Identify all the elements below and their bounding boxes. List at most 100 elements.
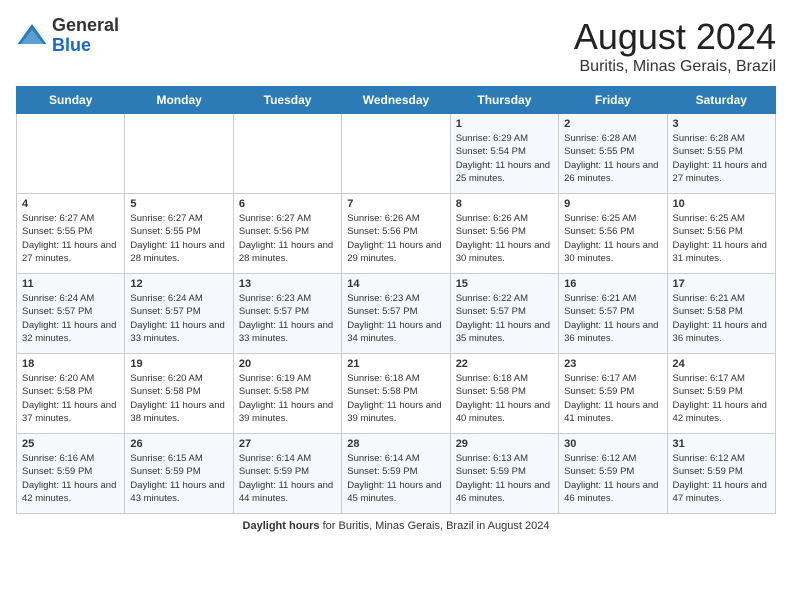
day-number: 14	[347, 278, 444, 290]
day-info: Sunrise: 6:14 AM Sunset: 5:59 PM Dayligh…	[239, 452, 336, 505]
day-of-week-header: Friday	[559, 87, 667, 114]
day-info: Sunrise: 6:23 AM Sunset: 5:57 PM Dayligh…	[347, 292, 444, 345]
day-number: 26	[130, 438, 227, 450]
logo-icon	[16, 20, 48, 52]
day-of-week-header: Thursday	[450, 87, 558, 114]
calendar-cell	[17, 114, 125, 194]
day-number: 18	[22, 358, 119, 370]
calendar-cell: 28 Sunrise: 6:14 AM Sunset: 5:59 PM Dayli…	[342, 434, 450, 514]
day-number: 8	[456, 198, 553, 210]
day-number: 29	[456, 438, 553, 450]
calendar-cell: 15Sunrise: 6:22 AM Sunset: 5:57 PM Dayli…	[450, 274, 558, 354]
calendar-week-row: 1 Sunrise: 6:29 AM Sunset: 5:54 PM Daylig…	[17, 114, 776, 194]
page-header: General Blue August 2024 Buritis, Minas …	[16, 16, 776, 76]
calendar-cell: 16 Sunrise: 6:21 AM Sunset: 5:57 PM Dayli…	[559, 274, 667, 354]
calendar-cell: 9Sunrise: 6:25 AM Sunset: 5:56 PM Daylig…	[559, 194, 667, 274]
calendar-cell: 5Sunrise: 6:27 AM Sunset: 5:55 PM Daylig…	[125, 194, 233, 274]
calendar-cell: 27 Sunrise: 6:14 AM Sunset: 5:59 PM Dayli…	[233, 434, 341, 514]
day-info: Sunrise: 6:25 AM Sunset: 5:56 PM Dayligh…	[564, 212, 661, 265]
calendar-week-row: 4 Sunrise: 6:27 AM Sunset: 5:55 PM Daylig…	[17, 194, 776, 274]
calendar-cell: 6Sunrise: 6:27 AM Sunset: 5:56 PM Daylig…	[233, 194, 341, 274]
calendar-footer: Daylight hours for Buritis, Minas Gerais…	[16, 520, 776, 532]
day-info: Sunrise: 6:28 AM Sunset: 5:55 PM Dayligh…	[564, 132, 661, 185]
day-number: 19	[130, 358, 227, 370]
day-info: Sunrise: 6:15 AM Sunset: 5:59 PM Dayligh…	[130, 452, 227, 505]
day-info: Sunrise: 6:12 AM Sunset: 5:59 PM Dayligh…	[673, 452, 770, 505]
page-subtitle: Buritis, Minas Gerais, Brazil	[574, 58, 776, 76]
calendar-table: SundayMondayTuesdayWednesdayThursdayFrid…	[16, 86, 776, 514]
logo-text: General Blue	[52, 16, 119, 56]
calendar-cell: 26 Sunrise: 6:15 AM Sunset: 5:59 PM Dayli…	[125, 434, 233, 514]
day-number: 16	[564, 278, 661, 290]
calendar-cell: 22Sunrise: 6:18 AM Sunset: 5:58 PM Dayli…	[450, 354, 558, 434]
calendar-cell: 25 Sunrise: 6:16 AM Sunset: 5:59 PM Dayli…	[17, 434, 125, 514]
day-number: 2	[564, 118, 661, 130]
day-info: Sunrise: 6:22 AM Sunset: 5:57 PM Dayligh…	[456, 292, 553, 345]
day-number: 31	[673, 438, 770, 450]
calendar-cell: 23Sunrise: 6:17 AM Sunset: 5:59 PM Dayli…	[559, 354, 667, 434]
day-number: 21	[347, 358, 444, 370]
calendar-week-row: 18 Sunrise: 6:20 AM Sunset: 5:58 PM Dayli…	[17, 354, 776, 434]
day-info: Sunrise: 6:20 AM Sunset: 5:58 PM Dayligh…	[130, 372, 227, 425]
day-number: 3	[673, 118, 770, 130]
day-info: Sunrise: 6:20 AM Sunset: 5:58 PM Dayligh…	[22, 372, 119, 425]
day-info: Sunrise: 6:26 AM Sunset: 5:56 PM Dayligh…	[456, 212, 553, 265]
calendar-cell: 19 Sunrise: 6:20 AM Sunset: 5:58 PM Dayli…	[125, 354, 233, 434]
footer-label: Daylight hours	[243, 520, 320, 532]
day-number: 17	[673, 278, 770, 290]
calendar-cell: 20 Sunrise: 6:19 AM Sunset: 5:58 PM Dayli…	[233, 354, 341, 434]
calendar-week-row: 25 Sunrise: 6:16 AM Sunset: 5:59 PM Dayli…	[17, 434, 776, 514]
calendar-cell: 4 Sunrise: 6:27 AM Sunset: 5:55 PM Daylig…	[17, 194, 125, 274]
day-info: Sunrise: 6:23 AM Sunset: 5:57 PM Dayligh…	[239, 292, 336, 345]
day-info: Sunrise: 6:25 AM Sunset: 5:56 PM Dayligh…	[673, 212, 770, 265]
day-number: 27	[239, 438, 336, 450]
day-info: Sunrise: 6:27 AM Sunset: 5:56 PM Dayligh…	[239, 212, 336, 265]
day-info: Sunrise: 6:24 AM Sunset: 5:57 PM Dayligh…	[130, 292, 227, 345]
day-number: 11	[22, 278, 119, 290]
day-of-week-header: Monday	[125, 87, 233, 114]
day-number: 20	[239, 358, 336, 370]
day-number: 23	[564, 358, 661, 370]
day-info: Sunrise: 6:19 AM Sunset: 5:58 PM Dayligh…	[239, 372, 336, 425]
calendar-cell: 14 Sunrise: 6:23 AM Sunset: 5:57 PM Dayli…	[342, 274, 450, 354]
title-area: August 2024 Buritis, Minas Gerais, Brazi…	[574, 16, 776, 76]
day-info: Sunrise: 6:28 AM Sunset: 5:55 PM Dayligh…	[673, 132, 770, 185]
calendar-cell: 1 Sunrise: 6:29 AM Sunset: 5:54 PM Daylig…	[450, 114, 558, 194]
day-number: 28	[347, 438, 444, 450]
calendar-cell: 13Sunrise: 6:23 AM Sunset: 5:57 PM Dayli…	[233, 274, 341, 354]
day-info: Sunrise: 6:26 AM Sunset: 5:56 PM Dayligh…	[347, 212, 444, 265]
calendar-cell: 29Sunrise: 6:13 AM Sunset: 5:59 PM Dayli…	[450, 434, 558, 514]
day-of-week-header: Saturday	[667, 87, 775, 114]
day-number: 4	[22, 198, 119, 210]
calendar-cell: 2 Sunrise: 6:28 AM Sunset: 5:55 PM Daylig…	[559, 114, 667, 194]
day-info: Sunrise: 6:16 AM Sunset: 5:59 PM Dayligh…	[22, 452, 119, 505]
day-number: 30	[564, 438, 661, 450]
calendar-cell: 24 Sunrise: 6:17 AM Sunset: 5:59 PM Dayli…	[667, 354, 775, 434]
day-info: Sunrise: 6:21 AM Sunset: 5:58 PM Dayligh…	[673, 292, 770, 345]
calendar-cell: 12 Sunrise: 6:24 AM Sunset: 5:57 PM Dayli…	[125, 274, 233, 354]
calendar-cell: 30 Sunrise: 6:12 AM Sunset: 5:59 PM Dayli…	[559, 434, 667, 514]
day-number: 1	[456, 118, 553, 130]
day-number: 24	[673, 358, 770, 370]
day-number: 12	[130, 278, 227, 290]
day-of-week-header: Tuesday	[233, 87, 341, 114]
day-number: 5	[130, 198, 227, 210]
day-number: 22	[456, 358, 553, 370]
calendar-cell: 3 Sunrise: 6:28 AM Sunset: 5:55 PM Daylig…	[667, 114, 775, 194]
day-info: Sunrise: 6:24 AM Sunset: 5:57 PM Dayligh…	[22, 292, 119, 345]
day-info: Sunrise: 6:21 AM Sunset: 5:57 PM Dayligh…	[564, 292, 661, 345]
calendar-cell: 11 Sunrise: 6:24 AM Sunset: 5:57 PM Dayli…	[17, 274, 125, 354]
calendar-cell: 7Sunrise: 6:26 AM Sunset: 5:56 PM Daylig…	[342, 194, 450, 274]
day-info: Sunrise: 6:29 AM Sunset: 5:54 PM Dayligh…	[456, 132, 553, 185]
day-info: Sunrise: 6:12 AM Sunset: 5:59 PM Dayligh…	[564, 452, 661, 505]
calendar-cell: 10 Sunrise: 6:25 AM Sunset: 5:56 PM Dayli…	[667, 194, 775, 274]
calendar-cell: 21Sunrise: 6:18 AM Sunset: 5:58 PM Dayli…	[342, 354, 450, 434]
day-info: Sunrise: 6:17 AM Sunset: 5:59 PM Dayligh…	[673, 372, 770, 425]
day-info: Sunrise: 6:14 AM Sunset: 5:59 PM Dayligh…	[347, 452, 444, 505]
day-info: Sunrise: 6:27 AM Sunset: 5:55 PM Dayligh…	[22, 212, 119, 265]
day-number: 25	[22, 438, 119, 450]
day-number: 10	[673, 198, 770, 210]
logo: General Blue	[16, 16, 119, 56]
calendar-cell	[342, 114, 450, 194]
calendar-cell: 31 Sunrise: 6:12 AM Sunset: 5:59 PM Dayli…	[667, 434, 775, 514]
